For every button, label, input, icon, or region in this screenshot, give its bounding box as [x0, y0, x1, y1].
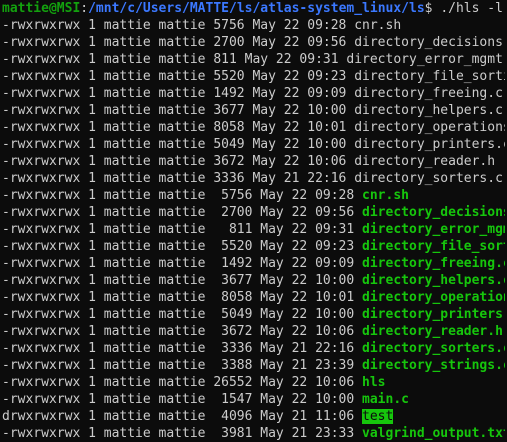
file-name: directory_printers.c	[362, 307, 505, 322]
file-name: directory_decisions.c	[354, 35, 505, 50]
file-name: directory_helpers.c	[354, 103, 503, 118]
file-meta: -rwxrwxrwx 1 mattie mattie 3672 May 22 1…	[2, 324, 363, 339]
file-meta: -rwxrwxrwx 1 mattie mattie 5049 May 22 1…	[2, 137, 355, 152]
file-meta: -rwxrwxrwx 1 mattie mattie 3336 May 21 2…	[2, 341, 363, 356]
output-line: -rwxrwxrwx 1 mattie mattie 1547 May 22 1…	[2, 391, 505, 408]
file-name: directory_file_sorting.c	[362, 239, 505, 254]
file-name: directory_decisions.c	[362, 205, 505, 220]
file-meta: -rwxrwxrwx 1 mattie mattie 2700 May 22 0…	[2, 35, 355, 50]
file-meta: -rwxrwxrwx 1 mattie mattie 3336 May 21 2…	[2, 171, 355, 186]
file-name: main.c	[362, 392, 409, 407]
file-meta: -rwxrwxrwx 1 mattie mattie 811 May 22 09…	[2, 222, 363, 237]
output-line: -rwxrwxrwx 1 mattie mattie 2700 May 22 0…	[2, 204, 505, 221]
terminal-window[interactable]: mattie@MSI:/mnt/c/Users/MATTE/ls/atlas-s…	[0, 0, 507, 442]
output-line: -rwxrwxrwx 1 mattie mattie 3677 May 22 1…	[2, 272, 505, 289]
output-line: -rwxrwxrwx 1 mattie mattie 26552 May 22 …	[2, 374, 505, 391]
output-line: -rwxrwxrwx 1 mattie mattie 8058 May 22 1…	[2, 289, 505, 306]
file-name: cnr.sh	[354, 18, 402, 33]
output-line: -rwxrwxrwx 1 mattie mattie 811 May 22 09…	[2, 221, 505, 238]
file-name: directory_file_sorting.c	[354, 69, 505, 84]
file-name: directory_strings.c	[362, 358, 505, 373]
file-meta: -rwxrwxrwx 1 mattie mattie 26552 May 22 …	[2, 375, 363, 390]
file-meta: -rwxrwxrwx 1 mattie mattie 5049 May 22 1…	[2, 307, 363, 322]
file-meta: -rwxrwxrwx 1 mattie mattie 3677 May 22 1…	[2, 273, 363, 288]
file-name: directory_sorters.c	[362, 341, 505, 356]
file-name: directory_freeing.c	[362, 256, 505, 271]
file-name: directory_freeing.c	[354, 86, 503, 101]
output-line: -rwxrwxrwx 1 mattie mattie 2700 May 22 0…	[2, 34, 505, 51]
output-line: -rwxrwxrwx 1 mattie mattie 3672 May 22 1…	[2, 153, 505, 170]
prompt-command: ./hls -l	[440, 1, 503, 16]
output-line: -rwxrwxrwx 1 mattie mattie 5049 May 22 1…	[2, 306, 505, 323]
file-name: cnr.sh	[362, 188, 409, 203]
file-name: directory_helpers.c	[362, 273, 505, 288]
output-line: -rwxrwxrwx 1 mattie mattie 1492 May 22 0…	[2, 85, 505, 102]
output-line: -rwxrwxrwx 1 mattie mattie 5756 May 22 0…	[2, 17, 505, 34]
file-name: test	[362, 409, 394, 424]
file-name: directory_error_mgmt.c	[346, 52, 505, 67]
output-line: -rwxrwxrwx 1 mattie mattie 3672 May 22 1…	[2, 323, 505, 340]
file-name: hls	[362, 375, 386, 390]
terminal-output: -rwxrwxrwx 1 mattie mattie 5756 May 22 0…	[2, 17, 505, 442]
file-meta: drwxrwxrwx 1 mattie mattie 4096 May 21 1…	[2, 409, 363, 424]
file-meta: -rwxrwxrwx 1 mattie mattie 3388 May 21 2…	[2, 358, 363, 373]
output-line: -rwxrwxrwx 1 mattie mattie 5756 May 22 0…	[2, 187, 505, 204]
output-line: -rwxrwxrwx 1 mattie mattie 811 May 22 09…	[2, 51, 505, 68]
file-name: directory_reader.h	[362, 324, 503, 339]
output-line: -rwxrwxrwx 1 mattie mattie 3981 May 21 2…	[2, 425, 505, 442]
output-line: -rwxrwxrwx 1 mattie mattie 3677 May 22 1…	[2, 102, 505, 119]
prompt-line[interactable]: mattie@MSI:/mnt/c/Users/MATTE/ls/atlas-s…	[2, 0, 505, 17]
file-meta: -rwxrwxrwx 1 mattie mattie 3672 May 22 1…	[2, 154, 355, 169]
output-line: -rwxrwxrwx 1 mattie mattie 3336 May 21 2…	[2, 170, 505, 187]
file-meta: -rwxrwxrwx 1 mattie mattie 5756 May 22 0…	[2, 188, 363, 203]
output-line: -rwxrwxrwx 1 mattie mattie 8058 May 22 1…	[2, 119, 505, 136]
prompt-separator: :	[80, 1, 89, 16]
file-meta: -rwxrwxrwx 1 mattie mattie 1492 May 22 0…	[2, 86, 355, 101]
file-meta: -rwxrwxrwx 1 mattie mattie 8058 May 22 1…	[2, 120, 355, 135]
file-name: directory_operations.c	[354, 120, 505, 135]
prompt-symbol: $	[424, 1, 441, 16]
output-line: drwxrwxrwx 1 mattie mattie 4096 May 21 1…	[2, 408, 505, 425]
file-name: directory_printers.c	[354, 137, 505, 152]
prompt-user: mattie@MSI	[2, 1, 81, 16]
file-name: directory_operations.c	[362, 290, 505, 305]
file-meta: -rwxrwxrwx 1 mattie mattie 5756 May 22 0…	[2, 18, 355, 33]
file-meta: -rwxrwxrwx 1 mattie mattie 2700 May 22 0…	[2, 205, 363, 220]
file-meta: -rwxrwxrwx 1 mattie mattie 1547 May 22 1…	[2, 392, 363, 407]
file-name: directory_error_mgmt.c	[362, 222, 505, 237]
output-line: -rwxrwxrwx 1 mattie mattie 1492 May 22 0…	[2, 255, 505, 272]
output-line: -rwxrwxrwx 1 mattie mattie 5520 May 22 0…	[2, 238, 505, 255]
file-name: valgrind_output.txt	[362, 426, 505, 441]
file-meta: -rwxrwxrwx 1 mattie mattie 3981 May 21 2…	[2, 426, 363, 441]
output-line: -rwxrwxrwx 1 mattie mattie 3336 May 21 2…	[2, 340, 505, 357]
file-meta: -rwxrwxrwx 1 mattie mattie 811 May 22 09…	[2, 52, 347, 67]
file-meta: -rwxrwxrwx 1 mattie mattie 8058 May 22 1…	[2, 290, 363, 305]
output-line: -rwxrwxrwx 1 mattie mattie 5049 May 22 1…	[2, 136, 505, 153]
output-line: -rwxrwxrwx 1 mattie mattie 5520 May 22 0…	[2, 68, 505, 85]
file-name: directory_reader.h	[354, 154, 496, 169]
file-meta: -rwxrwxrwx 1 mattie mattie 5520 May 22 0…	[2, 239, 363, 254]
output-line: -rwxrwxrwx 1 mattie mattie 3388 May 21 2…	[2, 357, 505, 374]
file-name: directory_sorters.c	[354, 171, 503, 186]
file-meta: -rwxrwxrwx 1 mattie mattie 5520 May 22 0…	[2, 69, 355, 84]
file-meta: -rwxrwxrwx 1 mattie mattie 3677 May 22 1…	[2, 103, 355, 118]
file-meta: -rwxrwxrwx 1 mattie mattie 1492 May 22 0…	[2, 256, 363, 271]
prompt-path: /mnt/c/Users/MATTE/ls/atlas-system_linux…	[88, 1, 425, 16]
